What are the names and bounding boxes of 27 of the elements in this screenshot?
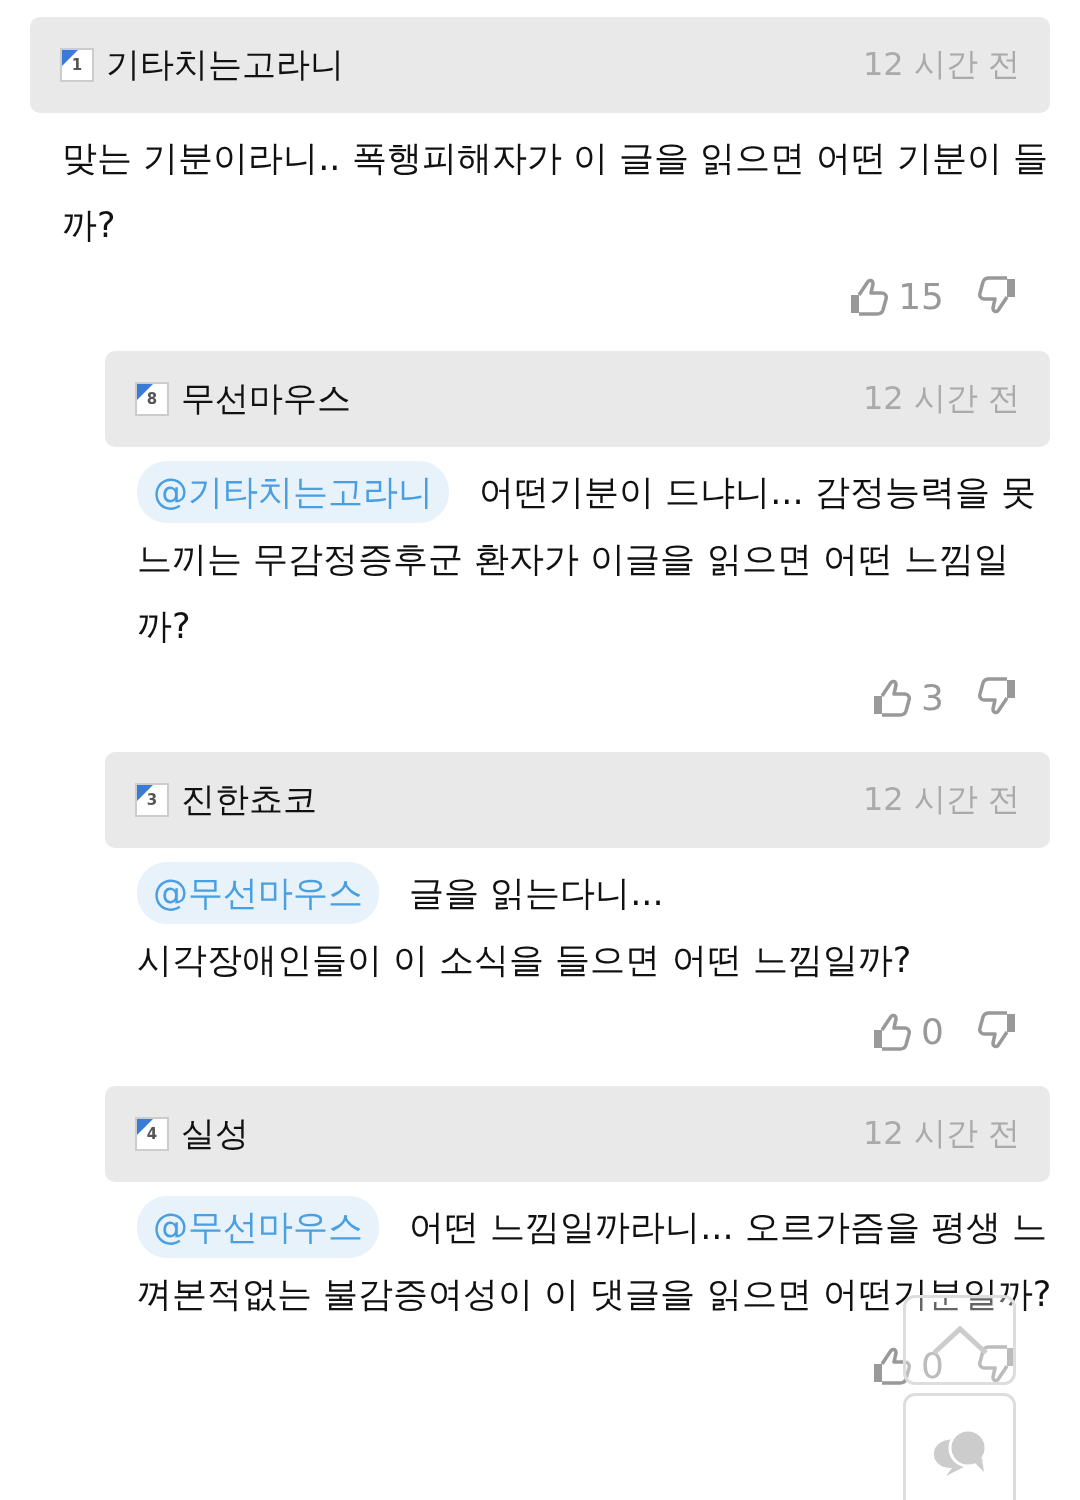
level-badge: 1	[60, 48, 94, 82]
mention-tag[interactable]: @기타치는고라니	[137, 461, 449, 523]
like-count: 0	[921, 1344, 944, 1386]
comment-text: 맞는 기분이라니.. 폭행피해자가 이 글을 읽으면 어떤 기분이 들까?	[61, 137, 1050, 247]
like-button[interactable]: 0	[871, 1344, 944, 1386]
like-button[interactable]: 15	[848, 275, 944, 317]
mention-tag[interactable]: @무선마우스	[137, 1196, 379, 1258]
comment-text: @무선마우스 글을 읽는다니... 시각장애인들이 이 소식을 들으면 어떤 느낌일까?	[105, 848, 1062, 994]
level-badge: 4	[135, 1117, 169, 1151]
author-name[interactable]: 무선마우스	[181, 376, 851, 422]
author-name[interactable]: 실성	[181, 1111, 851, 1157]
level-badge: 8	[135, 382, 169, 416]
like-button[interactable]: 3	[871, 676, 944, 718]
author-name[interactable]: 진한쵸코	[181, 777, 851, 823]
like-count: 3	[921, 676, 944, 718]
like-button[interactable]: 0	[871, 1010, 944, 1052]
comment-time: 12 시간 전	[862, 1113, 1020, 1154]
author-name[interactable]: 기타치는고라니	[106, 42, 851, 88]
comment-time: 12 시간 전	[862, 44, 1020, 85]
comment-time: 12 시간 전	[862, 378, 1020, 419]
like-count: 15	[898, 275, 944, 317]
mention-tag[interactable]: @무선마우스	[137, 862, 379, 924]
chat-button[interactable]	[903, 1393, 1016, 1500]
level-badge: 3	[135, 783, 169, 817]
like-count: 0	[921, 1010, 944, 1052]
comment-text: @기타치는고라니 어떤기분이 드냐니... 감정능력을 못느끼는 무감정증후군 환자가 이글을 읽으면 어떤 느낌일까?	[105, 447, 1062, 660]
comment-time: 12 시간 전	[862, 779, 1020, 820]
